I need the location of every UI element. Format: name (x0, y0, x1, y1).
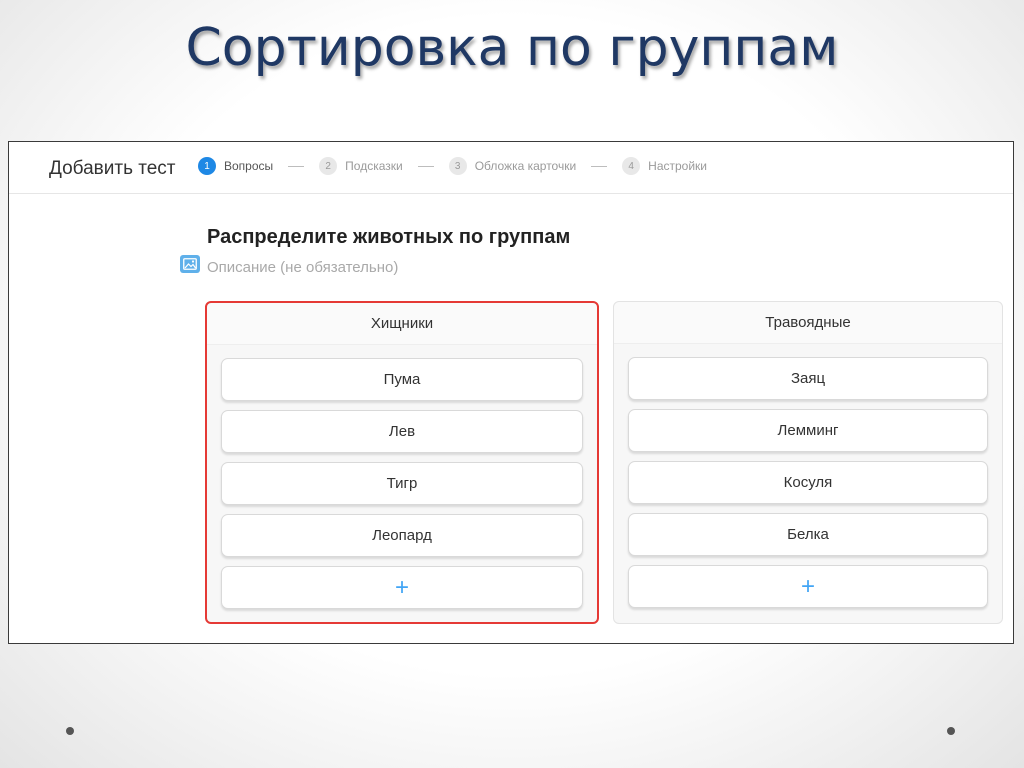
group-predators: Хищники Пума Лев Тигр Леопард + (205, 301, 599, 624)
app-screenshot: Добавить тест 1 Вопросы 2 Подсказки 3 Об… (8, 141, 1014, 644)
group-item[interactable]: Лемминг (628, 409, 988, 452)
group-item[interactable]: Тигр (221, 462, 583, 505)
add-item-button[interactable]: + (221, 566, 583, 609)
step-separator (288, 165, 305, 167)
group-item[interactable]: Заяц (628, 357, 988, 400)
group-item[interactable]: Лев (221, 410, 583, 453)
step-separator (417, 165, 434, 167)
step-hints[interactable]: 2 Подсказки (319, 157, 403, 175)
step-questions[interactable]: 1 Вопросы (198, 157, 273, 175)
step-number: 1 (198, 157, 216, 175)
group-item[interactable]: Косуля (628, 461, 988, 504)
step-label: Обложка карточки (474, 159, 577, 173)
step-label: Настройки (648, 159, 708, 173)
decorative-dot (66, 727, 74, 735)
step-separator (591, 165, 608, 167)
step-number: 4 (622, 157, 641, 175)
group-item[interactable]: Пума (221, 358, 583, 401)
image-icon[interactable] (180, 255, 200, 273)
group-item[interactable]: Леопард (221, 514, 583, 557)
question-title[interactable]: Распределите животных по группам (207, 226, 570, 249)
decorative-dot (947, 727, 955, 735)
step-number: 3 (448, 157, 467, 175)
slide-title: Сортировка по группам (185, 18, 839, 78)
group-header[interactable]: Травоядные (614, 302, 1002, 344)
step-label: Вопросы (224, 159, 274, 173)
description-input[interactable]: Описание (не обязательно) (207, 259, 398, 276)
group-header[interactable]: Хищники (207, 303, 597, 345)
step-label: Подсказки (345, 159, 403, 173)
group-herbivores: Травоядные Заяц Лемминг Косуля Белка + (613, 301, 1003, 624)
add-item-button[interactable]: + (628, 565, 988, 608)
page-title: Добавить тест (49, 158, 176, 179)
step-settings[interactable]: 4 Настройки (622, 157, 707, 175)
top-bar: Добавить тест 1 Вопросы 2 Подсказки 3 Об… (9, 142, 1013, 194)
stepper: 1 Вопросы 2 Подсказки 3 Обложка карточки… (198, 157, 707, 175)
step-card-cover[interactable]: 3 Обложка карточки (448, 157, 577, 175)
step-number: 2 (319, 157, 338, 175)
group-item[interactable]: Белка (628, 513, 988, 556)
